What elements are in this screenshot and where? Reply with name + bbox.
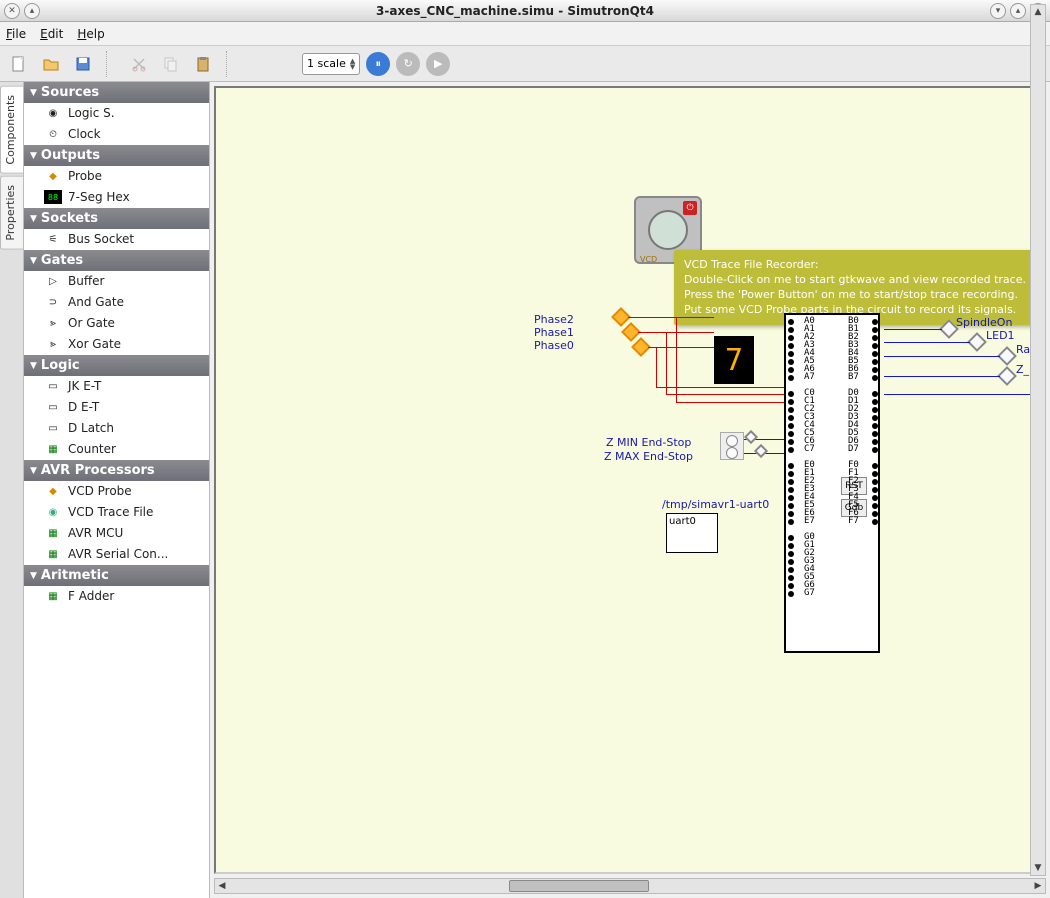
endstop-out1[interactable] — [744, 430, 758, 444]
item-buffer[interactable]: ▷Buffer — [24, 271, 209, 292]
copy-button[interactable] — [158, 51, 184, 77]
and-icon: ⊃ — [44, 295, 62, 309]
or-icon: ⪢ — [44, 316, 62, 330]
sevenseg-display[interactable]: 7 — [714, 336, 754, 384]
uart-box[interactable]: uart0 — [666, 513, 718, 553]
side-tabs: Components Properties — [0, 82, 24, 898]
item-and-gate[interactable]: ⊃And Gate — [24, 292, 209, 313]
sevenseg-icon: 88 — [44, 190, 62, 204]
open-file-button[interactable] — [38, 51, 64, 77]
scale-label: 1 scale — [307, 57, 346, 70]
cat-logic[interactable]: ▼Logic — [24, 355, 209, 376]
item-or-gate[interactable]: ⪢Or Gate — [24, 313, 209, 334]
cat-sockets[interactable]: ▼Sockets — [24, 208, 209, 229]
item-vcd-trace[interactable]: ◉VCD Trace File — [24, 502, 209, 523]
label-phase0: Phase0 — [534, 339, 574, 352]
probe-zminhit[interactable] — [997, 366, 1017, 386]
item-avr-serial[interactable]: ▦AVR Serial Con... — [24, 544, 209, 565]
menubar: File Edit Help — [0, 22, 1050, 46]
item-avr-mcu[interactable]: ▦AVR MCU — [24, 523, 209, 544]
menu-file[interactable]: File — [6, 27, 26, 41]
item-vcd-probe[interactable]: ◆VCD Probe — [24, 481, 209, 502]
label-zmax-endstop: Z MAX End-Stop — [604, 450, 693, 463]
label-zmin-endstop: Z MIN End-Stop — [606, 436, 691, 449]
save-file-button[interactable] — [70, 51, 96, 77]
counter-icon: ▦ — [44, 442, 62, 456]
det-icon: ▭ — [44, 400, 62, 414]
maximize-button[interactable]: ▴ — [1010, 3, 1026, 19]
pause-button[interactable]: ⏸ — [366, 52, 390, 76]
buffer-icon: ▷ — [44, 274, 62, 288]
vcd-label: VCD — [640, 255, 657, 264]
item-xor-gate[interactable]: ⪢Xor Gate — [24, 334, 209, 355]
dlatch-icon: ▭ — [44, 421, 62, 435]
jk-icon: ▭ — [44, 379, 62, 393]
play-button[interactable]: ▶ — [426, 52, 450, 76]
item-jk[interactable]: ▭JK E-T — [24, 376, 209, 397]
window-titlebar: ✕ ▴ 3-axes_CNC_machine.simu - SimutronQt… — [0, 0, 1050, 22]
vertical-scrollbar[interactable]: ▲▼ — [1030, 82, 1046, 876]
minimize-button[interactable]: ▾ — [990, 3, 1006, 19]
xor-icon: ⪢ — [44, 337, 62, 351]
window-pin-icon[interactable]: ▴ — [24, 3, 40, 19]
paste-button[interactable] — [190, 51, 216, 77]
fadder-icon: ▦ — [44, 589, 62, 603]
window-title: 3-axes_CNC_machine.simu - SimutronQt4 — [40, 4, 990, 18]
label-phase1: Phase1 — [534, 326, 574, 339]
item-bus-socket[interactable]: ⚟Bus Socket — [24, 229, 209, 250]
socket-icon: ⚟ — [44, 232, 62, 246]
tab-properties[interactable]: Properties — [0, 176, 23, 250]
cat-sources[interactable]: ▼Sources — [24, 82, 209, 103]
horizontal-scrollbar[interactable]: ◀▶ — [214, 878, 1046, 894]
avr-mcu-chip[interactable]: RST Gdb — [784, 313, 880, 653]
scale-spinner[interactable]: 1 scale ▲▼ — [302, 53, 360, 75]
cat-gates[interactable]: ▼Gates — [24, 250, 209, 271]
component-tree: ▼Sources ◉Logic S. ⏲Clock ▼Outputs ◆Prob… — [24, 82, 210, 898]
probe-rampclock[interactable] — [997, 346, 1017, 366]
vcdprobe-icon: ◆ — [44, 484, 62, 498]
circuit-canvas[interactable]: ⏻ VCD VCD Trace File Recorder: Double-Cl… — [214, 86, 1046, 874]
item-7seg[interactable]: 887-Seg Hex — [24, 187, 209, 208]
item-det[interactable]: ▭D E-T — [24, 397, 209, 418]
cat-outputs[interactable]: ▼Outputs — [24, 145, 209, 166]
item-dlatch[interactable]: ▭D Latch — [24, 418, 209, 439]
cut-button[interactable] — [126, 51, 152, 77]
label-phase2: Phase2 — [534, 313, 574, 326]
item-probe[interactable]: ◆Probe — [24, 166, 209, 187]
zmin-endstop-switch[interactable] — [720, 432, 744, 460]
label-spindleon: SpindleOn — [956, 316, 1012, 329]
tab-components[interactable]: Components — [0, 86, 23, 174]
toolbar: 1 scale ▲▼ ⏸ ↻ ▶ — [0, 46, 1050, 82]
item-counter[interactable]: ▦Counter — [24, 439, 209, 460]
vcd-power-button[interactable]: ⏻ — [683, 201, 697, 215]
vcdtrace-icon: ◉ — [44, 505, 62, 519]
logic-s-icon: ◉ — [44, 106, 62, 120]
scope-icon — [648, 210, 688, 250]
app-menu-icon[interactable]: ✕ — [4, 3, 20, 19]
new-file-button[interactable] — [6, 51, 32, 77]
menu-edit[interactable]: Edit — [40, 27, 63, 41]
item-logic-s[interactable]: ◉Logic S. — [24, 103, 209, 124]
serial-icon: ▦ — [44, 547, 62, 561]
item-fadder[interactable]: ▦F Adder — [24, 586, 209, 607]
step-button[interactable]: ↻ — [396, 52, 420, 76]
cat-avr[interactable]: ▼AVR Processors — [24, 460, 209, 481]
uart-path-label: /tmp/simavr1-uart0 — [662, 498, 769, 511]
probe-led1[interactable] — [967, 332, 987, 352]
menu-help[interactable]: Help — [77, 27, 104, 41]
cat-arith[interactable]: ▼Aritmetic — [24, 565, 209, 586]
probe-icon: ◆ — [44, 169, 62, 183]
mcu-icon: ▦ — [44, 526, 62, 540]
label-led1: LED1 — [986, 329, 1015, 342]
endstop-out2[interactable] — [754, 444, 768, 458]
item-clock[interactable]: ⏲Clock — [24, 124, 209, 145]
clock-icon: ⏲ — [44, 127, 62, 141]
